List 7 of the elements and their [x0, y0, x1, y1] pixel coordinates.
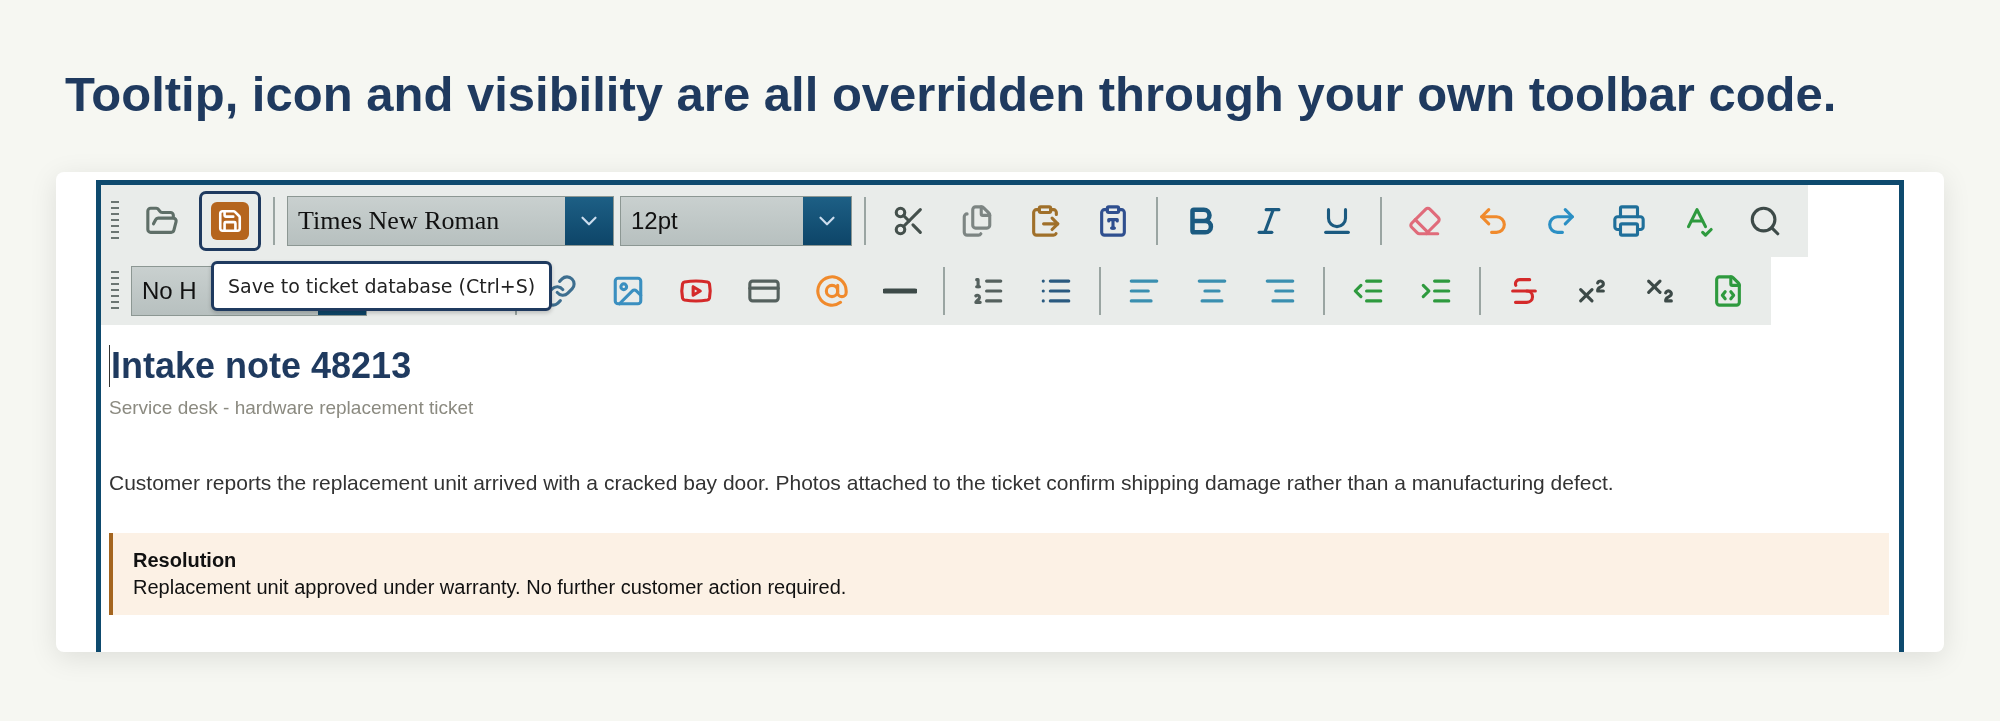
document-subtitle: Service desk - hardware replacement ticket: [109, 397, 475, 419]
page-heading: Tooltip, icon and visibility are all overridden through your own toolbar code.: [65, 66, 1838, 122]
document-title: Intake note 48213: [109, 345, 412, 387]
callout-title: Resolution: [133, 549, 238, 572]
tooltip: Save to ticket database (Ctrl+S): [211, 261, 553, 311]
body-paragraph: Customer reports the replacement unit arrived with a cracked bay door. Photos attached to the ticket confirm shipping damage rather than a manufacturing defect.: [109, 471, 1615, 495]
callout-text: Replacement unit approved under warranty. No further customer action required.: [133, 576, 848, 599]
